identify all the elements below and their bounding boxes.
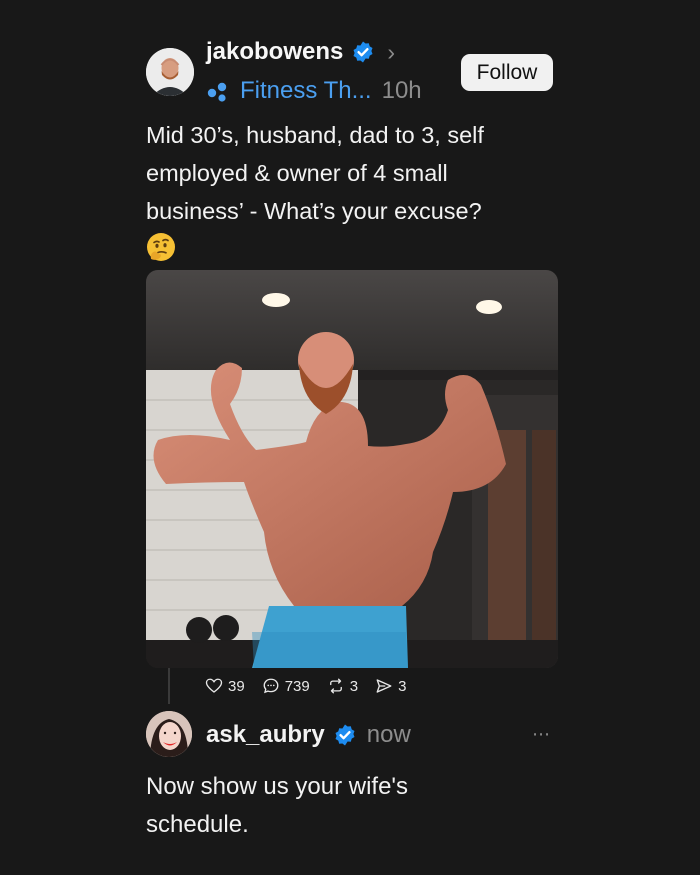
reply-author-row[interactable]: ask_aubry now xyxy=(206,721,411,749)
post-action-bar: 39 739 3 3 xyxy=(205,677,406,695)
more-options-icon[interactable]: ⋯ xyxy=(532,724,551,745)
post-author-row[interactable]: jakobowens › xyxy=(206,38,395,66)
verified-badge-icon xyxy=(353,41,373,63)
post-username[interactable]: jakobowens xyxy=(206,38,343,66)
repost-icon xyxy=(329,678,342,694)
send-icon xyxy=(376,679,392,693)
chevron-right-icon[interactable]: › xyxy=(387,39,395,66)
post-body-text: Mid 30’s, husband, dad to 3, self employ… xyxy=(146,122,484,224)
comment-action[interactable]: 739 xyxy=(262,677,310,695)
share-action[interactable]: 3 xyxy=(375,677,406,695)
verified-badge-icon xyxy=(335,724,355,746)
repost-action[interactable]: 3 xyxy=(327,677,358,695)
reply-body-text: Now show us your wife's schedule. xyxy=(146,773,409,838)
thinking-face-icon xyxy=(147,233,175,261)
reply-timestamp: now xyxy=(366,721,411,748)
like-count: 39 xyxy=(228,677,245,695)
share-count: 3 xyxy=(398,677,407,695)
follow-button[interactable]: Follow xyxy=(461,54,553,91)
reply-avatar-image xyxy=(146,711,192,757)
like-action[interactable]: 39 xyxy=(205,677,245,695)
comment-icon xyxy=(263,678,279,694)
heart-icon xyxy=(205,678,223,693)
author-avatar-image xyxy=(146,48,194,96)
reply-avatar[interactable] xyxy=(146,711,192,757)
community-row[interactable]: Fitness Th... 10h xyxy=(206,77,422,105)
community-dots-icon xyxy=(207,82,227,102)
post-timestamp: 10h xyxy=(381,77,422,104)
community-name[interactable]: Fitness Th... xyxy=(240,77,372,105)
thread-connector-line xyxy=(168,668,170,704)
flexing-man-photo xyxy=(146,270,558,668)
reply-username[interactable]: ask_aubry xyxy=(206,721,325,749)
comment-count: 739 xyxy=(284,677,310,695)
author-avatar[interactable] xyxy=(146,48,194,96)
repost-count: 3 xyxy=(349,677,359,695)
post-image[interactable] xyxy=(146,270,558,668)
